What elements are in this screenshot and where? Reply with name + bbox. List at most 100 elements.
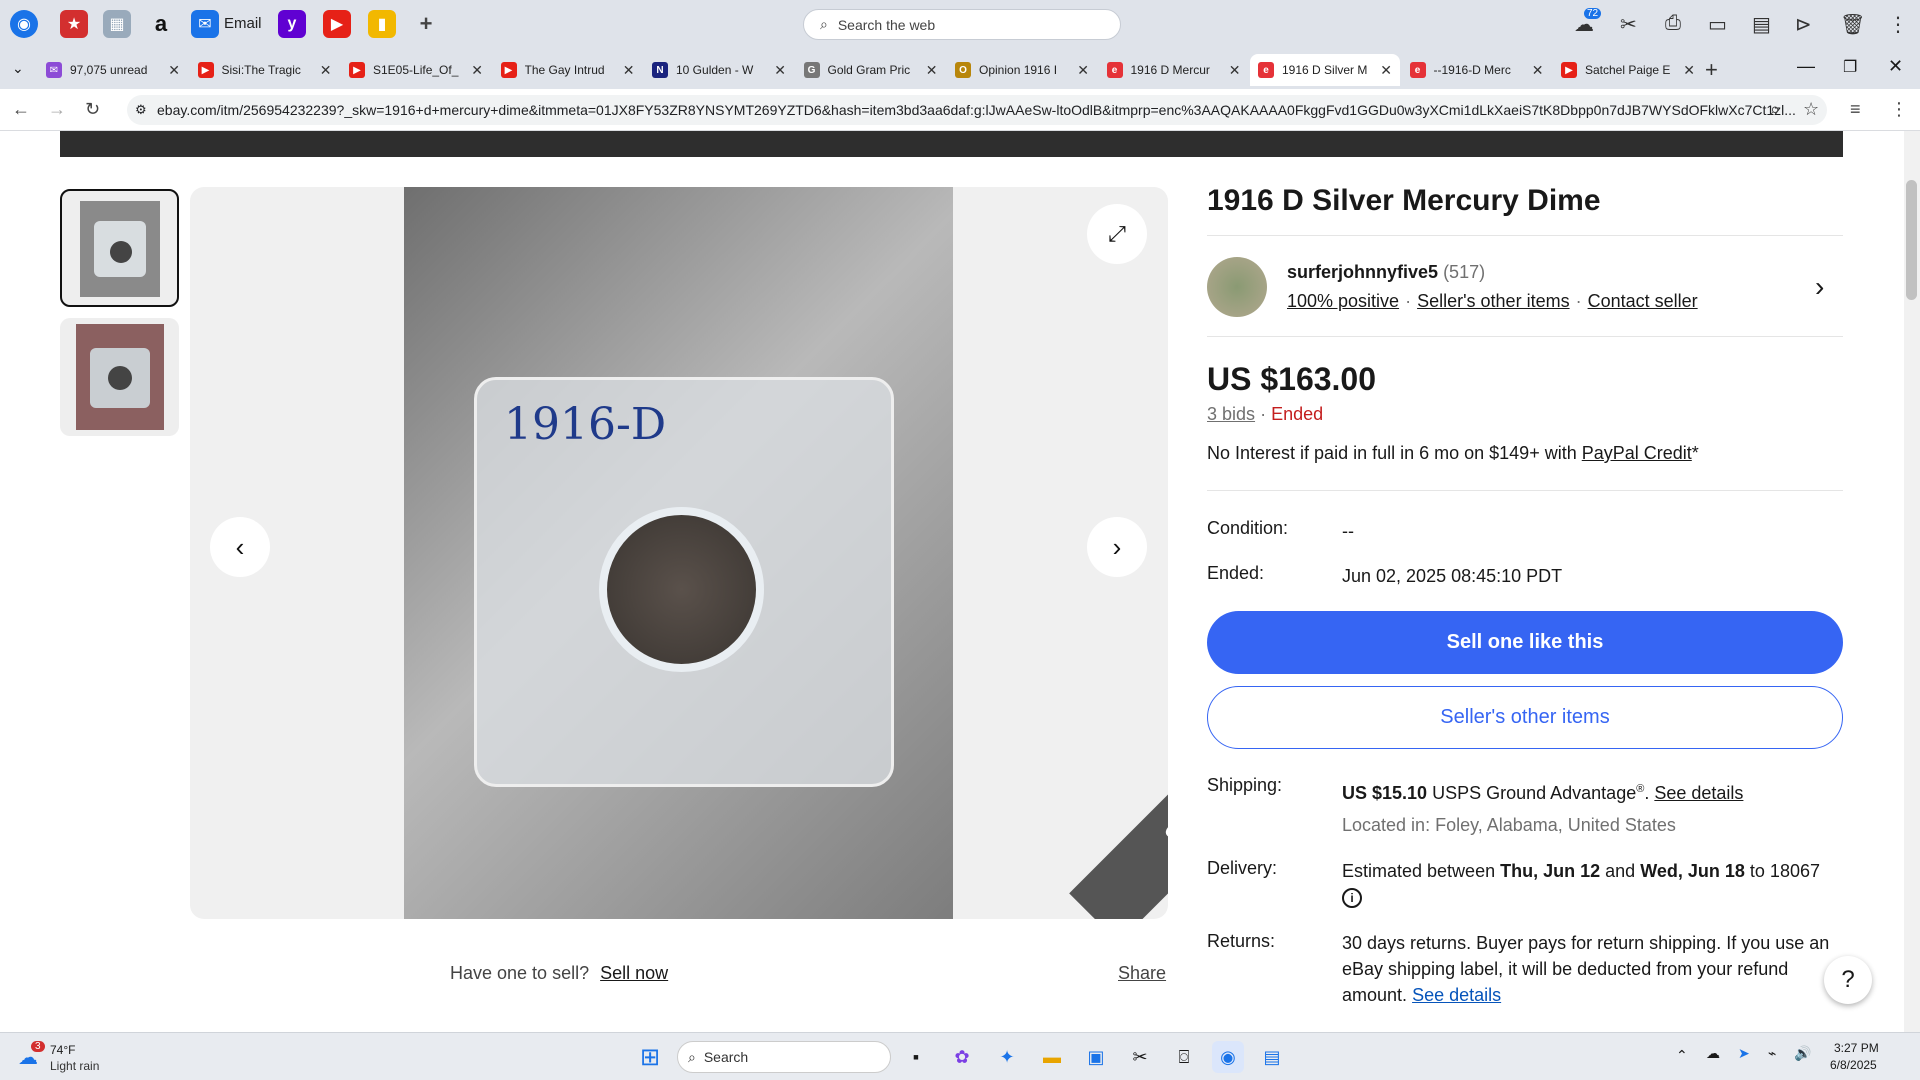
site-info-icon[interactable]: ⚙ <box>135 102 147 118</box>
close-tab-icon[interactable]: ✕ <box>1380 62 1392 79</box>
close-window-icon[interactable]: ✕ <box>1888 56 1903 77</box>
bids-link[interactable]: 3 bids <box>1207 404 1255 424</box>
browser-tab[interactable]: ▶ The Gay Intrud ✕ <box>493 54 643 86</box>
restore-icon[interactable]: ❐ <box>1843 57 1857 77</box>
close-tab-icon[interactable]: ✕ <box>1229 62 1241 79</box>
print-icon[interactable]: ⎙ <box>1665 12 1681 35</box>
media-icon[interactable]: ≡ <box>1850 99 1861 120</box>
seller-name[interactable]: surferjohnnyfive5 <box>1287 262 1438 282</box>
network-icon[interactable]: ⌁ <box>1768 1045 1776 1062</box>
browser-tab[interactable]: O Opinion 1916 I ✕ <box>947 54 1097 86</box>
task-view-icon[interactable]: ▪ <box>900 1041 932 1073</box>
browser-tab[interactable]: N 10 Gulden - W ✕ <box>644 54 794 86</box>
clock-time[interactable]: 3:27 PM <box>1834 1041 1879 1055</box>
previous-image-button[interactable]: ‹ <box>210 517 270 577</box>
video-icon[interactable]: ▭ <box>1708 12 1727 37</box>
close-tab-icon[interactable]: ✕ <box>1532 62 1544 79</box>
url-field[interactable]: ⚙ ebay.com/itm/256954232239?_skw=1916+d+… <box>127 95 1827 125</box>
close-tab-icon[interactable]: ✕ <box>320 62 332 79</box>
add-icon[interactable]: + <box>412 10 440 38</box>
scissors-icon[interactable]: ✂ <box>1620 12 1637 37</box>
browser-tab[interactable]: G Gold Gram Pric ✕ <box>796 54 946 86</box>
browser-tab[interactable]: e 1916 D Mercur ✕ <box>1099 54 1249 86</box>
copilot-icon[interactable]: ✿ <box>946 1041 978 1073</box>
email-label[interactable]: Email <box>224 15 262 32</box>
seller-other-items-button[interactable]: Seller's other items <box>1207 686 1843 749</box>
image-gallery[interactable]: 1916-D SOLD ⤢ ‹ › <box>190 187 1168 919</box>
menu-icon[interactable]: ⋮ <box>1890 99 1908 120</box>
delivery-value: Estimated between Thu, Jun 12 and Wed, J… <box>1342 858 1842 910</box>
volume-icon[interactable]: 🔊 <box>1794 1045 1811 1062</box>
snipping-tool-icon[interactable]: ✂ <box>1124 1041 1156 1073</box>
info-icon[interactable]: i <box>1342 888 1362 909</box>
youtube-icon[interactable]: ▶ <box>323 10 351 38</box>
amazon-icon[interactable]: a <box>147 10 175 38</box>
taskbar-search[interactable]: ⌕ Search <box>677 1041 891 1073</box>
browser-tab[interactable]: e 1916 D Silver M ✕ <box>1250 54 1400 86</box>
weather-temp[interactable]: 74°F <box>50 1043 75 1057</box>
notepad-icon[interactable]: ▤ <box>1256 1041 1288 1073</box>
start-icon[interactable]: ⊞ <box>634 1041 666 1073</box>
shipping-value: US $15.10 USPS Ground Advantage®. See de… <box>1342 776 1842 806</box>
trash-icon[interactable]: 🗑 <box>1840 12 1865 37</box>
expand-button[interactable]: ⤢ <box>1087 204 1147 264</box>
photos-icon[interactable]: ▣ <box>1080 1041 1112 1073</box>
close-tab-icon[interactable]: ✕ <box>471 62 483 79</box>
browser-tab[interactable]: ✉ 97,075 unread ✕ <box>38 54 188 86</box>
play-icon[interactable]: ⊳ <box>1795 12 1812 37</box>
browser-tab[interactable]: e --1916-D Merc ✕ <box>1402 54 1552 86</box>
back-icon[interactable]: ← <box>12 99 30 120</box>
browser-taskbar-icon[interactable]: ◉ <box>1212 1041 1244 1073</box>
onedrive-icon[interactable]: ☁ <box>1706 1045 1720 1062</box>
chevron-up-icon[interactable]: ⌃ <box>1676 1047 1688 1064</box>
seller-chevron-icon[interactable]: › <box>1815 271 1824 303</box>
browser-tab[interactable]: ▶ Sisi:The Tragic ✕ <box>190 54 340 86</box>
reload-icon[interactable]: ↻ <box>85 99 100 120</box>
sell-one-like-this-button[interactable]: Sell one like this <box>1207 611 1843 674</box>
email-icon[interactable]: ✉ <box>191 10 219 38</box>
close-tab-icon[interactable]: ✕ <box>926 62 938 79</box>
close-tab-icon[interactable]: ✕ <box>623 62 635 79</box>
camera-icon[interactable]: ⌼ <box>1168 1041 1200 1073</box>
contact-seller-link[interactable]: Contact seller <box>1588 291 1698 311</box>
close-tab-icon[interactable]: ✕ <box>774 62 786 79</box>
thumbnail-1[interactable] <box>60 189 179 307</box>
clipboard-icon[interactable]: ▤ <box>1752 12 1771 37</box>
next-image-button[interactable]: › <box>1087 517 1147 577</box>
sell-now-link[interactable]: Sell now <box>600 963 668 983</box>
minimize-icon[interactable]: — <box>1797 56 1815 77</box>
more-icon[interactable]: ⋮ <box>1888 12 1908 37</box>
share-link[interactable]: Share <box>1118 963 1166 984</box>
paypal-credit-link[interactable]: PayPal Credit <box>1582 443 1692 463</box>
scrollbar-thumb[interactable] <box>1906 180 1917 300</box>
browser-tab[interactable]: ▶ Satchel Paige E ✕ <box>1553 54 1703 86</box>
thumbnail-2[interactable] <box>60 318 179 436</box>
seller-other-items-link[interactable]: Seller's other items <box>1417 291 1570 311</box>
positive-feedback-link[interactable]: 100% positive <box>1287 291 1399 311</box>
app-icon[interactable]: ✦ <box>991 1041 1023 1073</box>
shipping-see-details-link[interactable]: See details <box>1654 783 1743 803</box>
web-search-placeholder: Search the web <box>837 16 936 33</box>
clock-date[interactable]: 6/8/2025 <box>1830 1058 1877 1072</box>
send-icon[interactable]: ➤ <box>1738 1045 1750 1062</box>
forward-icon[interactable]: → <box>48 99 66 120</box>
zoom-icon[interactable]: ⌕ <box>1770 99 1780 120</box>
bookmark-app-icon[interactable]: ★ <box>60 10 88 38</box>
seller-avatar[interactable] <box>1207 257 1267 317</box>
file-explorer-icon[interactable]: ▬ <box>1036 1041 1068 1073</box>
notes-app-icon[interactable]: ▦ <box>103 10 131 38</box>
close-tab-icon[interactable]: ✕ <box>1077 62 1089 79</box>
app-circle-icon[interactable]: ◉ <box>10 10 38 38</box>
help-button[interactable]: ? <box>1824 956 1872 1004</box>
close-tab-icon[interactable]: ✕ <box>1683 62 1695 79</box>
browser-tab[interactable]: ▶ S1E05-Life_Of_ ✕ <box>341 54 491 86</box>
returns-see-details-link[interactable]: See details <box>1412 985 1501 1005</box>
web-search-box[interactable]: ⌕ Search the web <box>803 9 1121 40</box>
gift-icon[interactable]: ▮ <box>368 10 396 38</box>
bookmark-star-icon[interactable]: ☆ <box>1803 99 1819 120</box>
close-tab-icon[interactable]: ✕ <box>168 62 180 79</box>
tab-list-chevron-icon[interactable]: ⌄ <box>12 60 24 77</box>
yahoo-icon[interactable]: y <box>278 10 306 38</box>
new-tab-icon[interactable]: + <box>1705 57 1718 83</box>
have-one-to-sell: Have one to sell? Sell now <box>450 963 668 984</box>
